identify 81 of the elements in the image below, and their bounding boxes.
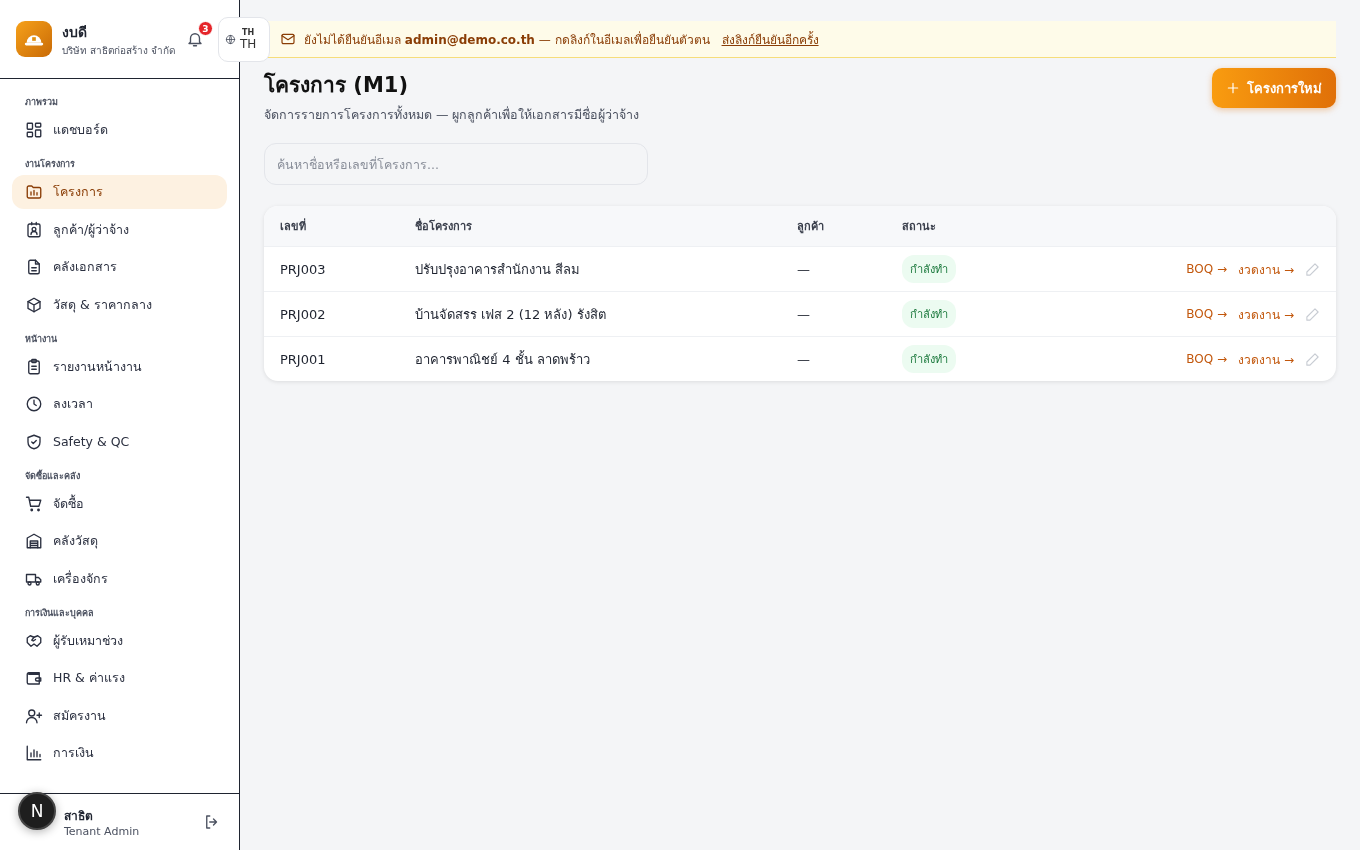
contact-card-icon: [25, 220, 43, 239]
document-icon: [25, 258, 43, 276]
sidebar-item[interactable]: จัดซื้อ: [12, 486, 227, 521]
status-badge: กำลังทำ: [902, 345, 956, 373]
table-cell-text: อาคารพาณิชย์ 4 ชั้น ลาดพร้าว: [415, 349, 591, 369]
status-badge: กำลังทำ: [902, 255, 956, 283]
action-link[interactable]: BOQ →: [1186, 352, 1228, 366]
section-heading: การเงินและบุคคล: [24, 606, 95, 621]
table-cell-text: —: [797, 261, 811, 277]
dev-tools-badge[interactable]: N: [18, 792, 56, 830]
sidebar-item[interactable]: HR & ค่าแรง: [12, 661, 227, 695]
page-subtitle: จัดการรายการโครงการทั้งหมด — ผูกลูกค้าเพื่อให้เอกสารมีชื่อผู้ว่าจ้าง: [264, 105, 640, 125]
section-heading: งานโครงการ: [24, 158, 76, 171]
sidebar-item[interactable]: คลังเอกสาร: [12, 250, 227, 284]
user-role: Tenant Admin: [64, 825, 141, 838]
language-code: TH: [240, 37, 257, 51]
user-plus-icon: [25, 706, 43, 725]
banner-message: ยังไม่ได้ยืนยันอีเมล admin@demo.co.th — กดลิงก์ในอีเมลเพื่อยืนยันตัวตน: [304, 30, 710, 49]
sidebar-item[interactable]: คลังวัสดุ: [12, 524, 227, 558]
user-name: สาธิต: [64, 808, 94, 825]
bar-chart-icon: [25, 744, 43, 762]
notification-count: 3: [198, 21, 213, 36]
table-cell-text: —: [797, 306, 811, 322]
section-heading: จัดซื้อและคลัง: [24, 468, 81, 483]
sidebar-item[interactable]: ลงเวลา: [12, 387, 227, 421]
sidebar-item[interactable]: Safety & QC: [12, 424, 227, 459]
table-cell-text: PRJ002: [280, 306, 327, 322]
column-header: สถานะ: [902, 219, 937, 235]
sidebar-item[interactable]: การเงิน: [12, 736, 227, 770]
table-cell-text: PRJ003: [280, 261, 327, 277]
edit-button[interactable]: [1305, 306, 1320, 322]
edit-button[interactable]: [1305, 261, 1320, 277]
column-header: เลขที่: [280, 217, 307, 235]
sidebar-item[interactable]: เครื่องจักร: [12, 561, 227, 596]
action-link[interactable]: BOQ →: [1186, 307, 1228, 321]
folder-icon: [25, 183, 43, 201]
section-heading: หน้างาน: [24, 332, 58, 346]
language-code: TH: [242, 28, 255, 37]
hard-hat-logo-icon: [16, 21, 52, 57]
plus-icon: [1226, 81, 1240, 95]
table-cell-text: —: [797, 351, 811, 367]
table-cell-text: บ้านจัดสรร เฟส 2 (12 หลัง) รังสิต: [415, 305, 607, 324]
cart-icon: [25, 494, 43, 513]
wallet-icon: [25, 669, 43, 687]
action-link[interactable]: งวดงาน →: [1238, 304, 1294, 324]
sidebar-item[interactable]: สมัครงาน: [12, 698, 227, 733]
sidebar-item[interactable]: ผู้รับเหมาช่วง: [12, 623, 227, 658]
table-cell-text: ปรับปรุงอาคารสำนักงาน สีลม: [415, 260, 582, 280]
status-badge: กำลังทำ: [902, 300, 956, 328]
globe-icon: [225, 34, 236, 45]
pencil-icon: [1305, 351, 1320, 367]
sidebar-item[interactable]: รายงานหน้างาน: [12, 349, 227, 384]
brand-name: งบดี: [62, 22, 88, 42]
package-icon: [25, 295, 43, 314]
pencil-icon: [1305, 306, 1320, 322]
company-name: บริษัท สาธิตก่อสร้าง จำกัด: [62, 43, 176, 58]
dashboard-icon: [25, 121, 43, 139]
bell-icon: [186, 30, 204, 48]
action-link[interactable]: งวดงาน →: [1238, 259, 1294, 279]
action-link[interactable]: BOQ →: [1186, 262, 1228, 276]
sidebar-item[interactable]: โครงการ: [12, 175, 227, 209]
action-link[interactable]: งวดงาน →: [1238, 349, 1294, 369]
search-field[interactable]: ค้นหาชื่อหรือเลขที่โครงการ...: [264, 143, 648, 185]
pencil-icon: [1305, 261, 1320, 277]
table-cell-text: PRJ001: [280, 351, 327, 367]
column-header: ลูกค้า: [797, 219, 825, 235]
resend-link[interactable]: ส่งลิงก์ยืนยันอีกครั้ง: [721, 29, 819, 49]
sidebar-item[interactable]: ลูกค้า/ผู้ว่าจ้าง: [12, 212, 227, 247]
shield-check-icon: [25, 432, 43, 451]
column-header: ชื่อโครงการ: [415, 217, 473, 235]
page-title: โครงการ (M1): [264, 71, 409, 99]
edit-button[interactable]: [1305, 351, 1320, 367]
language-switcher[interactable]: TH TH: [218, 17, 270, 62]
clock-icon: [25, 395, 43, 413]
notification-button[interactable]: 3: [186, 21, 213, 48]
sidebar-item[interactable]: แดชบอร์ด: [12, 113, 227, 147]
mail-icon: [280, 31, 296, 47]
section-heading: ภาพรวม: [24, 96, 59, 109]
sidebar-item[interactable]: วัสดุ & ราคากลาง: [12, 287, 227, 322]
warehouse-icon: [25, 532, 43, 550]
clipboard-icon: [25, 357, 43, 376]
